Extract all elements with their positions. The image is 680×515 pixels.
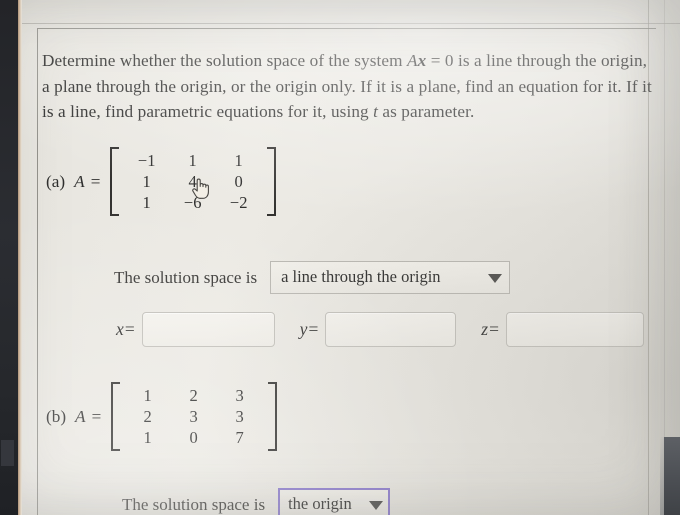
part-a-header: (a) A = −1 1 1 1 4 0 1 −6 −2 [38, 147, 657, 216]
part-b-label: (b) [46, 406, 67, 426]
part-a-dropdown-value: a line through the origin [281, 267, 441, 286]
matrix-cell: 4 [188, 172, 197, 191]
matrix-cell: 7 [235, 428, 244, 447]
exercise-card: Determine whether the solution space of … [37, 28, 656, 515]
equation-operator-x: = [123, 319, 136, 339]
part-a-solution-prompt: The solution space is [114, 267, 258, 287]
x-equation-input[interactable] [141, 312, 275, 347]
matrix-bracket-right-icon [266, 147, 276, 216]
device-bezel-right [664, 437, 680, 515]
prompt-equals-zero: = 0 [426, 51, 454, 71]
matrix-row: −1 1 1 [124, 150, 262, 171]
equation-label-x: x= [116, 319, 136, 340]
part-a-solution-line: The solution space is a line through the… [114, 261, 511, 294]
matrix-cell: 1 [234, 151, 243, 170]
part-b-solution-dropdown[interactable]: the origin [278, 488, 391, 515]
equation-operator-y: = [307, 319, 320, 339]
matrix-cell: −1 [137, 151, 156, 170]
device-bezel-left [0, 0, 18, 515]
part-a-label: (a) [46, 171, 66, 191]
equation-group-y: y= [300, 312, 457, 347]
part-b-matrix-grid: 1 2 3 2 3 3 1 0 7 [122, 382, 266, 451]
matrix-cell: 3 [235, 407, 244, 426]
matrix-row: 2 3 3 [125, 406, 263, 427]
matrix-row: 1 −6 −2 [124, 192, 262, 213]
chevron-down-icon [488, 274, 503, 283]
screenshot-photo: Determine whether the solution space of … [0, 0, 680, 515]
page-rule-top [0, 23, 680, 24]
part-b-solution-line: The solution space is the origin [122, 488, 391, 515]
matrix-bracket-left-icon [110, 382, 120, 451]
matrix-cell: 1 [143, 428, 152, 447]
matrix-cell: 1 [188, 151, 197, 170]
matrix-cell: −2 [229, 193, 248, 212]
parametric-equations-row: x= y= z= [116, 312, 644, 347]
part-b-equation-lhs: A = [75, 406, 103, 426]
part-b-solution-prompt: The solution space is [122, 494, 266, 514]
matrix-cell: 2 [143, 407, 152, 426]
part-b: (b) A = 1 2 3 2 3 3 1 0 7 [38, 382, 657, 451]
matrix-cell: 0 [189, 428, 198, 447]
matrix-cell: −6 [183, 193, 202, 212]
equation-group-x: x= [116, 312, 275, 347]
matrix-cell: 1 [142, 193, 151, 212]
equation-label-z: z= [481, 319, 500, 340]
part-a-matrix-grid: −1 1 1 1 4 0 1 −6 −2 [121, 147, 265, 216]
matrix-cell: 3 [189, 407, 198, 426]
bezel-smudge [1, 440, 14, 466]
part-b-matrix: 1 2 3 2 3 3 1 0 7 [110, 382, 277, 451]
part-b-header: (b) A = 1 2 3 2 3 3 1 0 7 [38, 382, 657, 451]
matrix-cell: 2 [189, 386, 198, 405]
equation-var-z: z [481, 319, 488, 339]
z-equation-input[interactable] [505, 312, 644, 347]
matrix-bracket-right-icon [267, 382, 277, 451]
matrix-cell: 3 [235, 386, 244, 405]
equation-operator-z: = [488, 319, 500, 339]
equation-label-y: y= [300, 319, 320, 340]
part-a: (a) A = −1 1 1 1 4 0 1 −6 −2 [38, 147, 657, 216]
matrix-row: 1 2 3 [125, 385, 263, 406]
part-a-matrix: −1 1 1 1 4 0 1 −6 −2 [109, 147, 276, 216]
problem-prompt: Determine whether the solution space of … [42, 48, 654, 125]
matrix-bracket-left-icon [109, 147, 119, 216]
part-a-equation-lhs: A = [74, 171, 102, 191]
equation-var-x: x [116, 319, 124, 339]
prompt-vector-symbol: x [417, 51, 427, 71]
matrix-cell: 0 [234, 172, 243, 191]
chevron-down-icon [369, 501, 384, 510]
matrix-cell: 1 [143, 386, 152, 405]
prompt-text-part3: as parameter. [378, 102, 475, 122]
y-equation-input[interactable] [325, 312, 457, 347]
part-b-dropdown-value: the origin [288, 494, 352, 513]
matrix-row: 1 0 7 [125, 427, 263, 448]
prompt-matrix-symbol: A [406, 51, 418, 71]
matrix-row: 1 4 0 [124, 171, 262, 192]
page-rule-right-secondary [664, 0, 665, 440]
prompt-text-part1: Determine whether the solution space of … [42, 51, 407, 71]
part-a-solution-dropdown[interactable]: a line through the origin [270, 261, 511, 294]
equation-group-z: z= [481, 312, 644, 347]
matrix-cell: 1 [142, 172, 151, 191]
